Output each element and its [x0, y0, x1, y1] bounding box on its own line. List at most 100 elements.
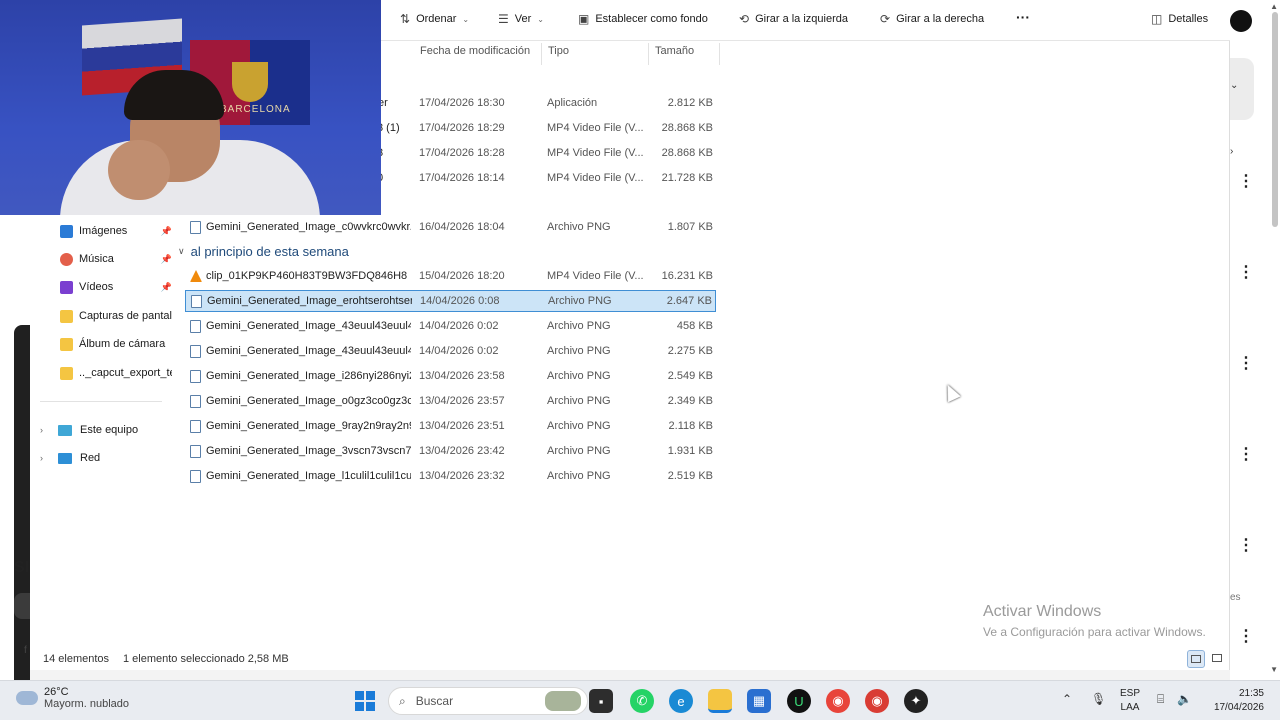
png-file-icon: [191, 295, 202, 308]
kebab-menu-icon[interactable]: ⋮: [1238, 629, 1254, 645]
volume-icon[interactable]: 🔈: [1177, 692, 1192, 706]
column-type[interactable]: Tipo: [548, 45, 569, 57]
png-file-icon: [190, 445, 201, 458]
file-type: MP4 Video File (V...: [547, 122, 644, 134]
file-row[interactable]: Gemini_Generated_Image_3vscn73vscn7... 1…: [185, 441, 716, 463]
background-text: es: [1230, 592, 1241, 603]
nav-item-label: Imágenes: [79, 225, 128, 237]
language-indicator[interactable]: ESP LAA: [1120, 687, 1140, 715]
sort-button[interactable]: ⇅ Ordenar ⌄: [400, 12, 469, 26]
file-row[interactable]: Gemini_Generated_Image_9ray2n9ray2n9... …: [185, 416, 716, 438]
folder-icon: [60, 366, 73, 380]
clock[interactable]: 21:35 17/04/2026: [1202, 687, 1264, 715]
nav-item-label: Vídeos: [79, 281, 114, 293]
column-divider[interactable]: [648, 43, 649, 65]
column-divider[interactable]: [541, 43, 542, 65]
file-type: Archivo PNG: [547, 221, 611, 233]
tiles-view-button[interactable]: [1208, 650, 1226, 668]
file-row[interactable]: Gemini_Generated_Image_43euul43euul4... …: [185, 341, 716, 363]
whatsapp-icon[interactable]: ✆: [630, 689, 654, 713]
details-view-button[interactable]: [1187, 650, 1205, 668]
file-date: 14/04/2026 0:02: [419, 345, 499, 357]
flag-text: BARCELONA: [220, 104, 291, 115]
kebab-menu-icon[interactable]: ⋮: [1238, 265, 1254, 281]
chevron-right-icon[interactable]: ›: [40, 425, 50, 435]
column-modified[interactable]: Fecha de modificación: [420, 45, 530, 57]
file-date: 15/04/2026 18:20: [419, 270, 505, 282]
keyboard-layout: LAA: [1120, 702, 1140, 713]
microphone-icon[interactable]: 🎙: [1091, 692, 1106, 706]
file-name: Gemini_Generated_Image_o0gz3co0gz3c...: [206, 395, 411, 407]
column-divider[interactable]: [719, 43, 720, 65]
file-type: MP4 Video File (V...: [547, 147, 644, 159]
details-pane-button[interactable]: ◫ Detalles: [1151, 12, 1208, 26]
png-file-icon: [190, 370, 201, 383]
network-icon[interactable]: ⌸: [1157, 692, 1164, 707]
file-name: clip_01KP9KP460H83T9BW3FDQ846H8: [206, 270, 408, 282]
scroll-up-icon[interactable]: ▲: [1270, 2, 1278, 11]
file-name: Gemini_Generated_Image_i286nyi286nyi2...: [206, 370, 411, 382]
png-file-icon: [190, 345, 201, 358]
taskbar-search[interactable]: ⌕ Buscar: [388, 687, 588, 715]
task-view-icon[interactable]: ▪: [589, 689, 613, 713]
nav-item-screenshots[interactable]: Capturas de pantall: [60, 304, 172, 328]
file-date: 17/04/2026 18:28: [419, 147, 505, 159]
upwork-icon[interactable]: U: [787, 689, 811, 713]
app-icon[interactable]: ✦: [904, 689, 928, 713]
language-code: ESP: [1120, 688, 1141, 699]
weather-widget[interactable]: 26°C Mayorm. nublado: [16, 686, 129, 710]
nav-item-images[interactable]: Imágenes 📌: [60, 219, 172, 243]
rotate-right-button[interactable]: ⟳ Girar a la derecha: [880, 12, 984, 26]
file-date: 17/04/2026 18:14: [419, 172, 505, 184]
png-file-icon: [190, 470, 201, 483]
kebab-menu-icon[interactable]: ⋮: [1238, 538, 1254, 554]
file-explorer-icon[interactable]: [708, 689, 732, 713]
file-row[interactable]: Gemini_Generated_Image_l1culil1culil1cu …: [185, 466, 716, 488]
file-row[interactable]: Gemini_Generated_Image_o0gz3co0gz3c... 1…: [185, 391, 716, 413]
column-size[interactable]: Tamaño: [655, 45, 694, 57]
edge-icon[interactable]: e: [669, 689, 693, 713]
nav-item-music[interactable]: Música 📌: [60, 247, 172, 271]
file-row[interactable]: Gemini_Generated_Image_43euul43euul4... …: [185, 316, 716, 338]
background-browser-left: SI f: [0, 215, 30, 720]
music-folder-icon: [60, 252, 73, 266]
store-icon[interactable]: ▦: [747, 689, 771, 713]
start-button[interactable]: [353, 689, 377, 713]
chevron-up-icon[interactable]: ⌃: [1062, 692, 1072, 706]
kebab-menu-icon[interactable]: ⋮: [1238, 447, 1254, 463]
chevron-right-icon[interactable]: ›: [40, 453, 50, 463]
file-type: Archivo PNG: [547, 395, 611, 407]
view-button[interactable]: ☰ Ver ⌄: [498, 12, 544, 26]
chrome-profile-icon[interactable]: ◉: [865, 689, 889, 713]
file-date: 14/04/2026 0:02: [419, 320, 499, 332]
file-row[interactable]: Gemini_Generated_Image_i286nyi286nyi2...…: [185, 366, 716, 388]
scroll-down-icon[interactable]: ▼: [1270, 665, 1278, 674]
details-pane-icon: ◫: [1151, 12, 1163, 26]
rotate-left-button[interactable]: ⟲ Girar a la izquierda: [739, 12, 848, 26]
file-row-selected[interactable]: Gemini_Generated_Image_erohtserohtser...…: [185, 290, 716, 312]
chevron-right-icon[interactable]: ›: [1230, 146, 1233, 157]
file-size: 2.519 KB: [667, 470, 713, 482]
account-avatar[interactable]: [1230, 10, 1252, 32]
pin-icon: 📌: [160, 281, 172, 292]
nav-item-this-pc[interactable]: › Este equipo: [40, 418, 138, 442]
nav-item-camera-roll[interactable]: Álbum de cámara: [60, 332, 172, 356]
file-size: 2.549 KB: [667, 370, 713, 382]
kebab-menu-icon[interactable]: ⋮: [1238, 356, 1254, 372]
chrome-icon[interactable]: ◉: [826, 689, 850, 713]
file-row[interactable]: Gemini_Generated_Image_c0wvkrc0wvkr... 1…: [185, 217, 716, 239]
rotate-left-label: Girar a la izquierda: [755, 13, 848, 25]
file-date: 13/04/2026 23:32: [419, 470, 505, 482]
more-options-button[interactable]: ···: [1016, 9, 1030, 25]
set-background-button[interactable]: ▣ Establecer como fondo: [578, 12, 708, 26]
kebab-menu-icon[interactable]: ⋮: [1238, 174, 1254, 190]
file-size: 16.231 KB: [661, 270, 713, 282]
network-icon: [58, 452, 72, 464]
group-header[interactable]: ∨ al principio de esta semana: [178, 244, 349, 259]
nav-item-videos[interactable]: Vídeos 📌: [60, 275, 172, 299]
background-scrollbar[interactable]: [1272, 12, 1278, 227]
file-row[interactable]: clip_01KP9KP460H83T9BW3FDQ846H8 15/04/20…: [185, 266, 716, 288]
file-name: Gemini_Generated_Image_c0wvkrc0wvkr...: [206, 221, 411, 233]
nav-item-network[interactable]: › Red: [40, 446, 100, 470]
nav-item-capcut-export[interactable]: .._capcut_export_te: [60, 361, 172, 385]
